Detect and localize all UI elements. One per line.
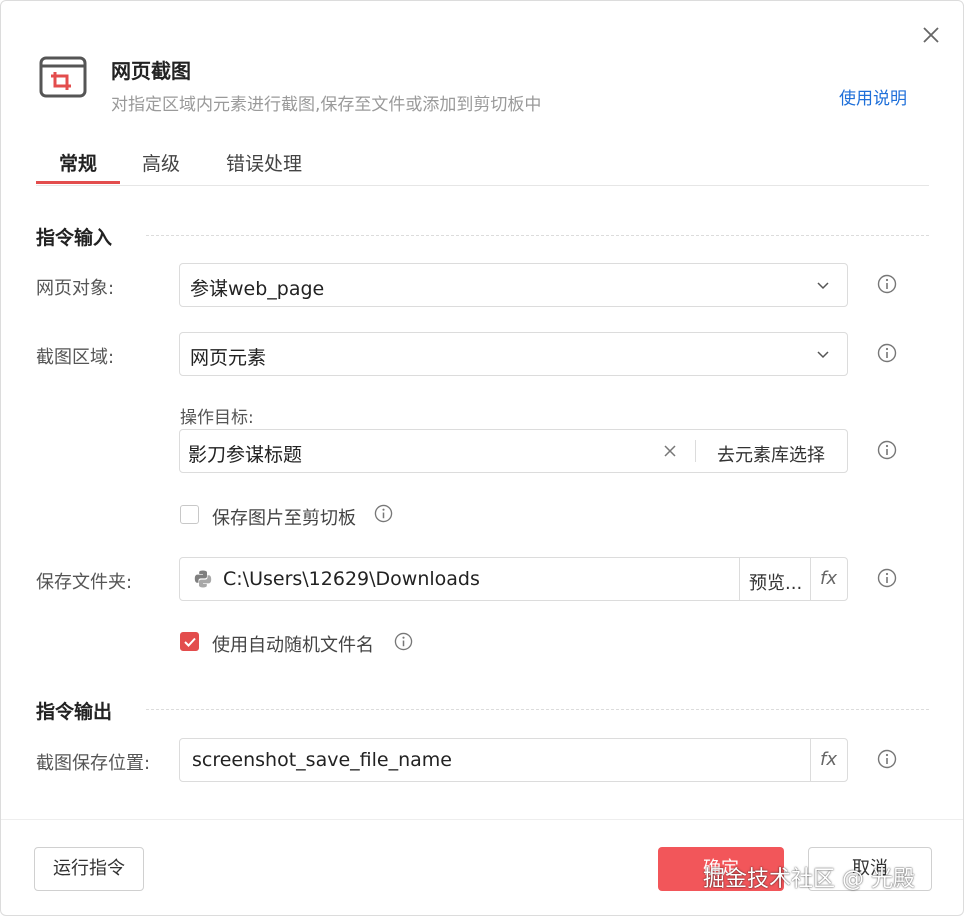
- save-folder-field[interactable]: C:\Users\12629\Downloads 预览... fx: [179, 557, 848, 601]
- operation-target-info-icon[interactable]: [877, 440, 897, 460]
- chevron-down-icon: [817, 351, 829, 359]
- save-to-clipboard-checkbox[interactable]: [180, 505, 199, 524]
- capture-area-select[interactable]: 网页元素: [179, 332, 848, 376]
- capture-area-value: 网页元素: [190, 347, 267, 369]
- tab-bar: 常规 高级 错误处理: [36, 141, 929, 186]
- save-folder-info-icon[interactable]: [877, 568, 897, 588]
- divider: [810, 558, 811, 600]
- chevron-down-icon: [817, 282, 829, 290]
- dialog-title: 网页截图: [111, 59, 191, 83]
- web-object-select[interactable]: 参谋web_page: [179, 263, 848, 307]
- help-link[interactable]: 使用说明: [839, 84, 907, 109]
- clipboard-info-icon[interactable]: [374, 504, 393, 523]
- checkmark-icon: [184, 637, 196, 647]
- browse-button[interactable]: 预览...: [749, 569, 802, 595]
- run-command-button[interactable]: 运行指令: [34, 847, 144, 891]
- tab-error-handling[interactable]: 错误处理: [226, 149, 302, 176]
- save-location-label: 截图保存位置:: [36, 753, 151, 774]
- screenshot-crop-icon: [39, 56, 87, 98]
- capture-area-label: 截图区域:: [36, 347, 115, 368]
- tab-general[interactable]: 常规: [59, 149, 97, 176]
- section-output-title: 指令输出: [36, 701, 113, 723]
- dialog-subtitle: 对指定区域内元素进行截图,保存至文件或添加到剪切板中: [111, 95, 542, 115]
- web-object-info-icon[interactable]: [877, 274, 897, 294]
- close-icon[interactable]: [919, 23, 943, 47]
- section-divider: [146, 235, 929, 236]
- save-location-value: screenshot_save_file_name: [192, 749, 452, 771]
- capture-area-info-icon[interactable]: [877, 343, 897, 363]
- save-to-clipboard-label: 保存图片至剪切板: [212, 508, 356, 529]
- operation-target-field: 影刀参谋标题 去元素库选择: [179, 429, 848, 473]
- dialog: 网页截图 对指定区域内元素进行截图,保存至文件或添加到剪切板中 使用说明 常规 …: [0, 0, 964, 916]
- save-folder-label: 保存文件夹:: [36, 572, 133, 593]
- save-folder-value: C:\Users\12629\Downloads: [223, 568, 480, 590]
- fx-button[interactable]: fx: [820, 749, 837, 770]
- divider: [810, 739, 811, 781]
- python-icon: [194, 570, 212, 588]
- save-location-field[interactable]: screenshot_save_file_name fx: [179, 738, 848, 782]
- auto-filename-label: 使用自动随机文件名: [212, 635, 374, 656]
- auto-filename-info-icon[interactable]: [394, 632, 413, 651]
- save-location-info-icon[interactable]: [877, 749, 897, 769]
- cancel-button[interactable]: 取消: [808, 847, 932, 891]
- pick-element-button[interactable]: 去元素库选择: [717, 441, 825, 467]
- fx-button[interactable]: fx: [820, 568, 837, 589]
- section-divider: [146, 709, 929, 710]
- clear-icon[interactable]: [663, 444, 677, 458]
- active-tab-indicator: [36, 181, 120, 184]
- web-object-label: 网页对象:: [36, 278, 115, 299]
- operation-target-value: 影刀参谋标题: [188, 444, 303, 466]
- section-input-title: 指令输入: [36, 227, 113, 249]
- tab-advanced[interactable]: 高级: [142, 149, 180, 176]
- ok-button[interactable]: 确定: [658, 847, 784, 891]
- divider: [695, 440, 696, 462]
- footer-divider: [1, 819, 963, 820]
- divider: [739, 558, 740, 600]
- operation-target-label: 操作目标:: [180, 408, 254, 428]
- auto-filename-checkbox[interactable]: [180, 632, 199, 651]
- web-object-value: 参谋web_page: [190, 278, 325, 300]
